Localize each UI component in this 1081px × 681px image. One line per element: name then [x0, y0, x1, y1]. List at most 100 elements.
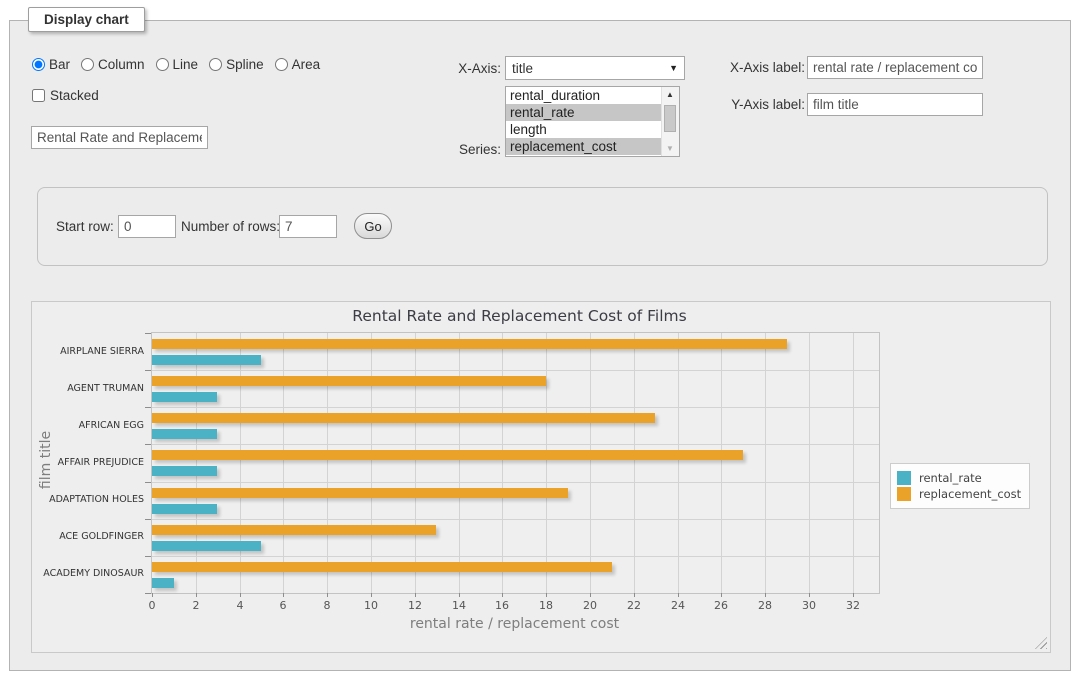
chart-container: Rental Rate and Replacement Cost of Film… [31, 301, 1051, 653]
x-tick-label-32: 32 [833, 599, 873, 612]
chart-legend: rental_rate replacement_cost [890, 463, 1030, 509]
chart-title-input[interactable] [31, 126, 208, 149]
x-axis-select[interactable]: title ▼ [505, 56, 685, 80]
page: Display chart BarColumnLineSplineArea St… [0, 0, 1081, 681]
gridline-y-4 [152, 482, 879, 483]
x-tickmark-32 [853, 593, 854, 597]
series-select-label: Series: [395, 142, 501, 157]
series-listbox[interactable]: rental_durationrental_ratelengthreplacem… [505, 86, 680, 157]
series-option-length[interactable]: length [506, 121, 662, 138]
gridline-x-20 [590, 333, 591, 593]
area-radio-label: Area [292, 57, 321, 72]
y-tick-label-5: ACE GOLDFINGER [32, 531, 144, 542]
x-axis-select-label: X-Axis: [395, 61, 501, 76]
number-of-rows-input[interactable] [279, 215, 337, 238]
series-option-rental_duration[interactable]: rental_duration [506, 87, 662, 104]
x-tick-label-30: 30 [789, 599, 829, 612]
y-tickmark-3 [145, 444, 151, 445]
gridline-x-12 [415, 333, 416, 593]
line-radio[interactable] [156, 58, 169, 71]
x-tick-label-14: 14 [439, 599, 479, 612]
series-option-rental_rate[interactable]: rental_rate [506, 104, 662, 121]
start-row-label: Start row: [56, 219, 114, 234]
x-axis-label-input[interactable] [807, 56, 983, 79]
x-axis-label-field-label: X-Axis label: [698, 60, 805, 75]
scroll-up-icon[interactable]: ▲ [662, 88, 678, 101]
legend-swatch-replacement_cost [897, 487, 911, 501]
x-tick-label-4: 4 [220, 599, 260, 612]
display-chart-fieldset: Display chart BarColumnLineSplineArea St… [9, 20, 1071, 671]
x-tick-label-26: 26 [701, 599, 741, 612]
x-tick-label-2: 2 [176, 599, 216, 612]
x-tickmark-24 [678, 593, 679, 597]
series-scrollbar[interactable]: ▲ ▼ [661, 87, 679, 156]
gridline-x-6 [283, 333, 284, 593]
column-radio[interactable] [81, 58, 94, 71]
chevron-down-icon: ▼ [669, 63, 678, 73]
gridline-x-22 [634, 333, 635, 593]
x-tick-label-18: 18 [526, 599, 566, 612]
x-tickmark-14 [459, 593, 460, 597]
gridline-y-6 [152, 556, 879, 557]
x-tickmark-6 [283, 593, 284, 597]
stacked-checkbox-row: Stacked [32, 88, 99, 103]
x-tick-label-0: 0 [132, 599, 172, 612]
x-tickmark-12 [415, 593, 416, 597]
x-tickmark-0 [152, 593, 153, 597]
area-radio[interactable] [275, 58, 288, 71]
x-tickmark-16 [502, 593, 503, 597]
y-tick-label-2: AFRICAN EGG [32, 420, 144, 431]
bar-rental_rate-2 [152, 429, 217, 439]
spline-radio-label: Spline [226, 57, 264, 72]
bar-radio[interactable] [32, 58, 45, 71]
gridline-x-28 [765, 333, 766, 593]
stacked-checkbox[interactable] [32, 89, 45, 102]
legend-entry-rental_rate: rental_rate [897, 471, 1021, 485]
legend-entry-replacement_cost: replacement_cost [897, 487, 1021, 501]
y-tickmark-0 [145, 333, 151, 334]
bar-radio-label: Bar [49, 57, 70, 72]
bar-rental_rate-6 [152, 578, 174, 588]
start-row-input[interactable] [118, 215, 176, 238]
gridline-x-4 [240, 333, 241, 593]
x-tickmark-26 [721, 593, 722, 597]
bar-replacement_cost-4 [152, 488, 568, 498]
bar-replacement_cost-0 [152, 339, 787, 349]
chart-type-radio-group: BarColumnLineSplineArea [32, 57, 331, 72]
bar-replacement_cost-3 [152, 450, 743, 460]
gridline-x-32 [853, 333, 854, 593]
radio-option-area: Area [275, 57, 321, 72]
scrollbar-thumb[interactable] [664, 105, 676, 132]
x-tick-label-6: 6 [263, 599, 303, 612]
y-tickmark-2 [145, 407, 151, 408]
bar-rental_rate-4 [152, 504, 217, 514]
line-radio-label: Line [173, 57, 199, 72]
number-of-rows-label: Number of rows: [181, 219, 280, 234]
series-option-replacement_cost[interactable]: replacement_cost [506, 138, 662, 155]
legend-swatch-rental_rate [897, 471, 911, 485]
gridline-x-8 [327, 333, 328, 593]
spline-radio[interactable] [209, 58, 222, 71]
go-button[interactable]: Go [354, 213, 392, 239]
y-tickmark-1 [145, 370, 151, 371]
scroll-down-icon[interactable]: ▼ [662, 142, 678, 155]
radio-option-bar: Bar [32, 57, 70, 72]
y-tick-label-4: ADAPTATION HOLES [32, 494, 144, 505]
gridline-x-30 [809, 333, 810, 593]
x-tickmark-18 [546, 593, 547, 597]
y-axis-label-field-label: Y-Axis label: [698, 97, 805, 112]
gridline-x-24 [678, 333, 679, 593]
y-tick-label-0: AIRPLANE SIERRA [32, 346, 144, 357]
x-tick-label-12: 12 [395, 599, 435, 612]
x-tick-label-22: 22 [614, 599, 654, 612]
bar-replacement_cost-5 [152, 525, 436, 535]
gridline-x-26 [721, 333, 722, 593]
y-tick-label-1: AGENT TRUMAN [32, 383, 144, 394]
x-tick-label-16: 16 [482, 599, 522, 612]
x-tickmark-20 [590, 593, 591, 597]
resize-handle-icon[interactable] [1035, 637, 1047, 649]
gridline-x-18 [546, 333, 547, 593]
y-axis-label-input[interactable] [807, 93, 983, 116]
gridline-x-14 [459, 333, 460, 593]
bar-replacement_cost-1 [152, 376, 546, 386]
